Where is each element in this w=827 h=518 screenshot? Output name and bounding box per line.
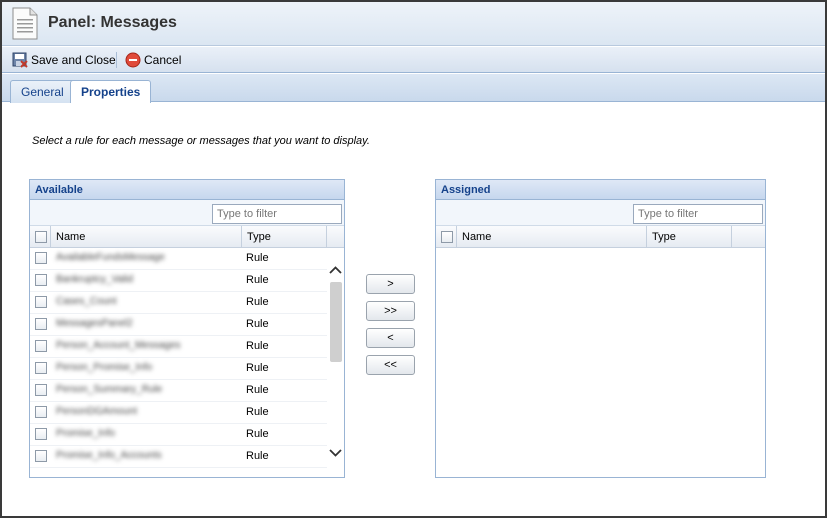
row-checkbox[interactable]	[35, 318, 47, 330]
scroll-up-icon[interactable]	[327, 262, 344, 279]
available-column-header: Name Type	[30, 226, 344, 248]
page-title: Panel: Messages	[48, 14, 177, 31]
row-name: AvailableFundsMessage	[56, 252, 165, 263]
table-row[interactable]: Promise_Info_Accounts Rule	[30, 446, 344, 468]
row-checkbox[interactable]	[35, 274, 47, 286]
row-checkbox[interactable]	[35, 450, 47, 462]
move-right-button[interactable]: >	[366, 274, 415, 294]
assigned-column-header: Name Type	[436, 226, 765, 248]
row-name: MessagesPanel2	[56, 318, 133, 329]
row-name: Person_Promise_Info	[56, 362, 153, 373]
row-type: Rule	[246, 428, 269, 440]
document-icon	[12, 7, 38, 40]
table-row[interactable]: AvailableFundsMessage Rule	[30, 248, 344, 270]
cancel-label: Cancel	[144, 53, 182, 67]
table-row[interactable]: Person_Promise_Info Rule	[30, 358, 344, 380]
assigned-filter-input[interactable]	[633, 204, 763, 224]
column-divider	[456, 226, 457, 248]
available-scrollbar[interactable]	[327, 248, 344, 476]
table-row[interactable]: Cases_Count Rule	[30, 292, 344, 314]
toolbar-separator	[116, 52, 117, 68]
cancel-icon	[125, 52, 141, 68]
toolbar: Save and Close Cancel	[2, 47, 825, 73]
row-checkbox[interactable]	[35, 406, 47, 418]
table-row[interactable]: Bankruptcy_Valid Rule	[30, 270, 344, 292]
row-checkbox[interactable]	[35, 296, 47, 308]
available-filter-row	[30, 200, 344, 226]
instructions-text: Select a rule for each message or messag…	[32, 135, 370, 147]
row-name: Bankruptcy_Valid	[56, 274, 134, 285]
scrollbar-thumb[interactable]	[330, 282, 342, 362]
row-type: Rule	[246, 340, 269, 352]
title-bar: Panel: Messages	[2, 2, 825, 46]
move-all-left-button[interactable]: <<	[366, 355, 415, 375]
table-row[interactable]: Person_Summary_Rule Rule	[30, 380, 344, 402]
row-type: Rule	[246, 384, 269, 396]
assigned-type-column[interactable]: Type	[652, 226, 676, 248]
assigned-name-column[interactable]: Name	[462, 226, 491, 248]
available-name-column[interactable]: Name	[56, 226, 85, 248]
assigned-filter-row	[436, 200, 765, 226]
tab-properties[interactable]: Properties	[70, 80, 152, 104]
tab-general[interactable]: General	[10, 80, 75, 103]
row-type: Rule	[246, 318, 269, 330]
available-type-column[interactable]: Type	[247, 226, 271, 248]
available-title: Available	[30, 180, 344, 200]
row-checkbox[interactable]	[35, 384, 47, 396]
cancel-button[interactable]: Cancel	[125, 51, 181, 69]
row-type: Rule	[246, 406, 269, 418]
row-type: Rule	[246, 450, 269, 462]
move-left-button[interactable]: <	[366, 328, 415, 348]
move-all-right-button[interactable]: >>	[366, 301, 415, 321]
row-name: PersonDGAmount	[56, 406, 138, 417]
row-type: Rule	[246, 296, 269, 308]
column-divider	[326, 226, 327, 248]
column-divider	[50, 226, 51, 248]
save-and-close-button[interactable]: Save and Close	[12, 51, 116, 69]
row-checkbox[interactable]	[35, 252, 47, 264]
available-rows: AvailableFundsMessage Rule Bankruptcy_Val…	[30, 248, 344, 476]
assigned-grid: Assigned Name Type	[435, 179, 766, 478]
table-row[interactable]: MessagesPanel2 Rule	[30, 314, 344, 336]
column-divider	[646, 226, 647, 248]
row-name: Promise_Info_Accounts	[56, 450, 162, 461]
save-close-icon	[12, 52, 28, 68]
row-checkbox[interactable]	[35, 362, 47, 374]
column-divider	[241, 226, 242, 248]
available-select-all-checkbox[interactable]	[35, 231, 47, 243]
assigned-rows	[436, 248, 765, 476]
row-type: Rule	[246, 252, 269, 264]
scroll-down-icon[interactable]	[327, 444, 344, 461]
table-row[interactable]: Promise_Info Rule	[30, 424, 344, 446]
available-grid: Available Name Type AvailableFundsMessag…	[29, 179, 345, 478]
table-row[interactable]: PersonDGAmount Rule	[30, 402, 344, 424]
column-divider	[731, 226, 732, 248]
panel-window: Panel: Messages Save and Close Cancel Ge…	[0, 0, 827, 518]
assigned-title: Assigned	[436, 180, 765, 200]
available-filter-input[interactable]	[212, 204, 342, 224]
tab-strip: General Properties	[2, 74, 825, 104]
table-row[interactable]: Person_Account_Messages Rule	[30, 336, 344, 358]
row-type: Rule	[246, 362, 269, 374]
row-name: Cases_Count	[56, 296, 117, 307]
assigned-select-all-checkbox[interactable]	[441, 231, 453, 243]
row-name: Promise_Info	[56, 428, 115, 439]
row-type: Rule	[246, 274, 269, 286]
row-checkbox[interactable]	[35, 428, 47, 440]
row-name: Person_Account_Messages	[56, 340, 181, 351]
row-checkbox[interactable]	[35, 340, 47, 352]
save-and-close-label: Save and Close	[31, 53, 116, 67]
row-name: Person_Summary_Rule	[56, 384, 163, 395]
